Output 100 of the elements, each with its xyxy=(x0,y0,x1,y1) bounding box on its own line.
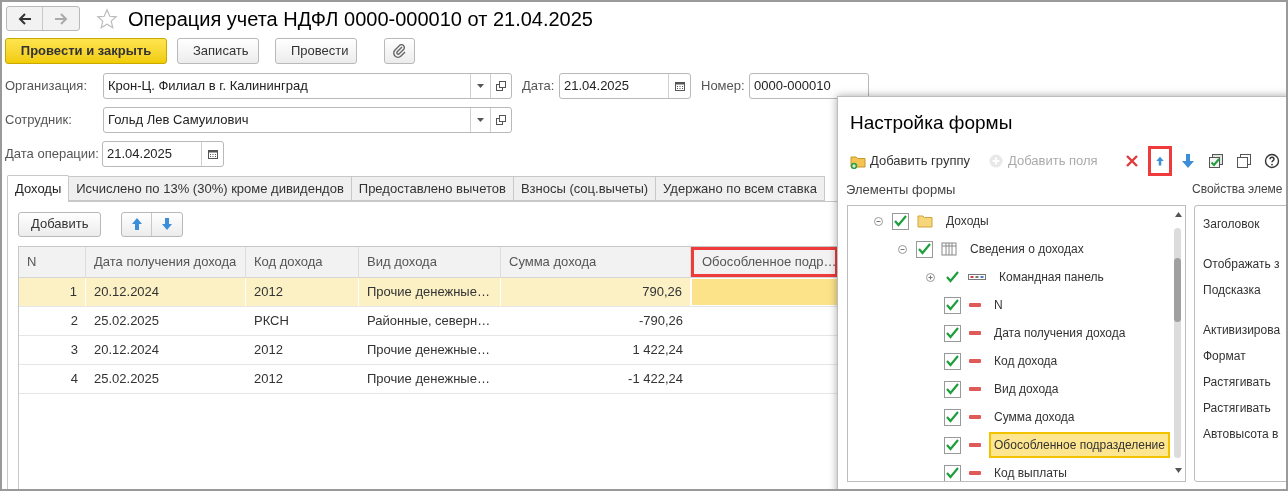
down-arrow-icon xyxy=(161,217,174,231)
scrollbar-thumb xyxy=(1174,258,1181,322)
collapse-icon[interactable] xyxy=(874,216,883,226)
tree-item[interactable]: Доходы xyxy=(941,208,994,234)
checkbox[interactable] xyxy=(892,212,909,230)
tab[interactable]: Взносы (соц.вычеты) xyxy=(513,176,657,201)
post-and-close-button[interactable]: Провести и закрыть xyxy=(5,37,167,64)
paperclip-icon xyxy=(392,43,407,58)
scroll-down-icon xyxy=(1175,468,1182,473)
table-cell-text: 2012 xyxy=(253,370,284,389)
table-cell-text: Прочие денежные… xyxy=(366,341,491,360)
table-cell-text: 25.02.2025 xyxy=(93,370,161,389)
toolbar-button[interactable]: Записать xyxy=(177,37,259,64)
open-window-icon xyxy=(496,81,506,91)
table-row[interactable]: 1 20.12.2024 2012 Прочие денежные… 790,26 xyxy=(19,278,838,307)
tree-item[interactable]: Дата получения дохода xyxy=(989,320,1131,346)
field-label: Дата операции: xyxy=(5,145,100,164)
table-cell: 1 xyxy=(19,278,86,306)
checkmark-icon[interactable] xyxy=(944,269,960,285)
tab[interactable]: Удержано по всем ставка xyxy=(656,176,825,201)
delete-icon xyxy=(1123,153,1140,169)
column-header[interactable]: N xyxy=(19,247,86,277)
table-icon xyxy=(941,242,957,256)
table-cell-text: 1 422,24 xyxy=(631,341,684,360)
field-icon xyxy=(969,443,981,447)
up-arrow-button[interactable] xyxy=(1147,146,1172,176)
tab[interactable]: Доходы xyxy=(7,175,70,202)
property-label: Активизирова xyxy=(1203,322,1282,339)
tree-item[interactable]: Командная панель xyxy=(994,264,1109,290)
calendar-icon xyxy=(207,149,218,159)
column-header[interactable]: Сумма дохода xyxy=(501,247,691,277)
tree-item[interactable]: Вид дохода xyxy=(989,376,1064,402)
table-cell-text: 4 xyxy=(69,370,79,389)
input-field[interactable]: 0000-000010 xyxy=(749,73,869,99)
table-cell-text: 25.02.2025 xyxy=(93,312,161,331)
checkbox[interactable] xyxy=(944,296,961,314)
toolbar-button[interactable]: Добавить группу xyxy=(850,149,970,173)
active-cell[interactable] xyxy=(691,278,838,306)
field-icon xyxy=(969,387,981,391)
tree-item[interactable]: Сведения о доходах xyxy=(965,236,1089,262)
down-arrow-icon xyxy=(1179,153,1196,169)
checkbox[interactable] xyxy=(944,464,961,481)
back-arrow-icon xyxy=(17,12,32,25)
property-label: Формат xyxy=(1203,348,1247,365)
calendar-icon xyxy=(674,81,685,91)
up-arrow-icon xyxy=(130,217,143,231)
input-field[interactable]: Гольд Лев Самуилович xyxy=(103,107,512,133)
column-header[interactable]: Обособленное подр… xyxy=(691,247,838,277)
tree-item[interactable]: Сумма дохода xyxy=(989,404,1080,430)
table-cell: Прочие денежные… xyxy=(359,278,501,306)
attach-button[interactable] xyxy=(384,37,415,64)
table-cell-text: РКСН xyxy=(253,312,290,331)
input-field[interactable]: Крон-Ц. Филиал в г. Калининград xyxy=(103,73,512,99)
checkbox[interactable] xyxy=(944,380,961,398)
check-all-icon xyxy=(1207,153,1224,169)
dialog-title: Настройка формы xyxy=(850,111,1013,135)
command-panel-icon xyxy=(968,273,986,281)
forward-arrow-icon xyxy=(54,12,68,25)
input-field[interactable]: 21.04.2025 xyxy=(559,73,691,99)
field-icon xyxy=(969,415,981,419)
column-header[interactable]: Вид дохода xyxy=(359,247,501,277)
field-icon xyxy=(969,471,981,475)
table-cell: 2012 xyxy=(246,278,359,306)
tree-item[interactable]: Код дохода xyxy=(989,348,1063,374)
table-cell-text: -790,26 xyxy=(637,312,684,331)
star-icon[interactable] xyxy=(96,7,118,30)
field-label: Организация: xyxy=(5,77,89,96)
property-label: Заголовок xyxy=(1203,216,1261,233)
caret-icon xyxy=(477,118,484,122)
tree-item[interactable]: Код выплаты xyxy=(989,460,1072,481)
table-cell-text: 3 xyxy=(69,341,79,360)
table-cell-text: 2 xyxy=(69,312,79,331)
toolbar-button[interactable]: Провести xyxy=(275,37,357,64)
add-button[interactable]: Добавить xyxy=(18,211,102,237)
column-header[interactable]: Код дохода xyxy=(246,247,359,277)
property-label: Отображать з xyxy=(1203,256,1281,273)
checkbox[interactable] xyxy=(944,324,961,342)
property-label: Растягивать xyxy=(1203,400,1272,417)
expand-icon[interactable] xyxy=(926,272,935,282)
checkbox[interactable] xyxy=(916,240,933,258)
table-cell-text: Прочие денежные… xyxy=(366,370,491,389)
tree-item[interactable]: N xyxy=(989,292,1008,318)
caret-icon xyxy=(477,84,484,88)
section-label: Элементы формы xyxy=(846,181,956,199)
tree-item[interactable]: Обособленное подразделение xyxy=(989,432,1170,458)
checkbox[interactable] xyxy=(944,436,961,454)
tab[interactable]: Исчислено по 13% (30%) кроме дивидендов xyxy=(69,176,352,201)
field-icon xyxy=(969,331,981,335)
section-label: Свойства элеме xyxy=(1192,181,1283,198)
input-field[interactable]: 21.04.2025 xyxy=(102,141,224,167)
table-cell-text: 20.12.2024 xyxy=(93,341,161,360)
checkbox[interactable] xyxy=(944,408,961,426)
column-header[interactable]: Дата получения дохода xyxy=(86,247,246,277)
property-label: Автовысота в xyxy=(1203,426,1280,443)
field-label: Сотрудник: xyxy=(5,111,73,130)
field-icon xyxy=(969,303,981,307)
collapse-icon[interactable] xyxy=(898,244,907,254)
field-label: Номер: xyxy=(701,77,746,96)
tab[interactable]: Предоставлено вычетов xyxy=(351,176,514,201)
checkbox[interactable] xyxy=(944,352,961,370)
